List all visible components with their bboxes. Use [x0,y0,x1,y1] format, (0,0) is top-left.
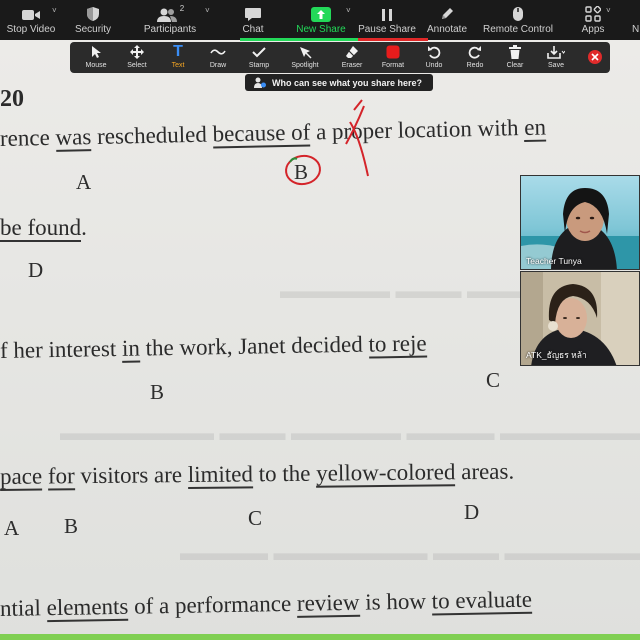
shield-icon [87,7,99,21]
toolbar-more-cut: N [632,24,640,35]
draw-wave-icon [210,49,226,55]
redo-icon [468,46,481,59]
participant-name: ATK_ธัญธร หล้า [526,350,587,360]
tool-stamp[interactable]: Stamp [239,44,279,72]
pencil-icon [442,8,453,19]
participants-icon [156,8,177,22]
green-check-mark [289,157,298,163]
pause-indicator-bar [358,38,428,41]
close-annotation-button[interactable] [588,50,602,64]
tool-format[interactable]: Format [373,44,413,72]
red-cross-mark [345,99,369,177]
tool-eraser[interactable]: Eraser [332,44,372,72]
sharing-indicator-bar [240,38,358,41]
participant-count: 2 [179,4,185,13]
save-download-icon [547,46,565,59]
pause-icon [382,9,392,21]
chat-button[interactable]: Chat [226,0,280,40]
undo-icon [428,46,441,59]
tool-text[interactable]: T Text [158,44,198,72]
annotation-toolbar: Mouse Select T Text Draw Stamp Spotlight… [70,42,610,73]
text-t-icon: T [173,43,183,60]
apps-grid-icon [585,6,601,22]
security-button[interactable]: Security [64,0,122,40]
participants-options-caret[interactable]: ˅ [205,6,210,15]
participant-name: Teacher Tunya [526,256,582,266]
red-circle-mark [285,154,321,186]
participants-button[interactable]: 2 Participants [140,0,200,40]
video-options-caret[interactable]: ˅ [52,6,57,15]
tool-undo[interactable]: Undo [414,44,454,72]
tool-clear[interactable]: Clear [495,44,535,72]
video-camera-icon [22,10,40,20]
eraser-icon [346,46,358,58]
close-icon [591,53,599,61]
meeting-toolbar: Stop Video ˅ Security 2 Participants ˅ C… [0,0,640,40]
spotlight-arrow-icon [300,47,312,59]
video-tile-teacher[interactable]: Teacher Tunya [520,175,640,270]
tool-select[interactable]: Select [117,44,157,72]
bottom-green-strip [0,634,640,640]
video-tile-student[interactable]: ATK_ธัญธร หล้า [520,271,640,366]
share-options-caret[interactable]: ˅ [346,6,351,15]
checkmark-icon [252,47,266,58]
pause-share-button[interactable]: Pause Share [358,0,416,40]
color-square-icon [386,45,400,59]
remote-control-button[interactable]: Remote Control [482,0,554,40]
apps-button[interactable]: Apps [576,0,610,40]
tool-save[interactable]: Save [536,44,576,72]
trash-icon [509,45,521,59]
people-info-icon [254,77,266,88]
apps-options-caret[interactable]: ˅ [606,6,611,15]
tool-spotlight[interactable]: Spotlight [285,44,325,72]
tool-draw[interactable]: Draw [198,44,238,72]
share-arrow-icon [311,7,331,22]
mouse-pointer-icon [92,46,101,58]
tool-redo[interactable]: Redo [455,44,495,72]
who-can-see-banner[interactable]: Who can see what you share here? [245,74,433,91]
mouse-icon [513,7,523,21]
tool-mouse[interactable]: Mouse [76,44,116,72]
chat-bubble-icon [245,8,261,21]
new-share-button[interactable]: New Share [290,0,352,40]
move-arrows-icon [130,45,144,59]
annotate-button[interactable]: Annotate [422,0,472,40]
